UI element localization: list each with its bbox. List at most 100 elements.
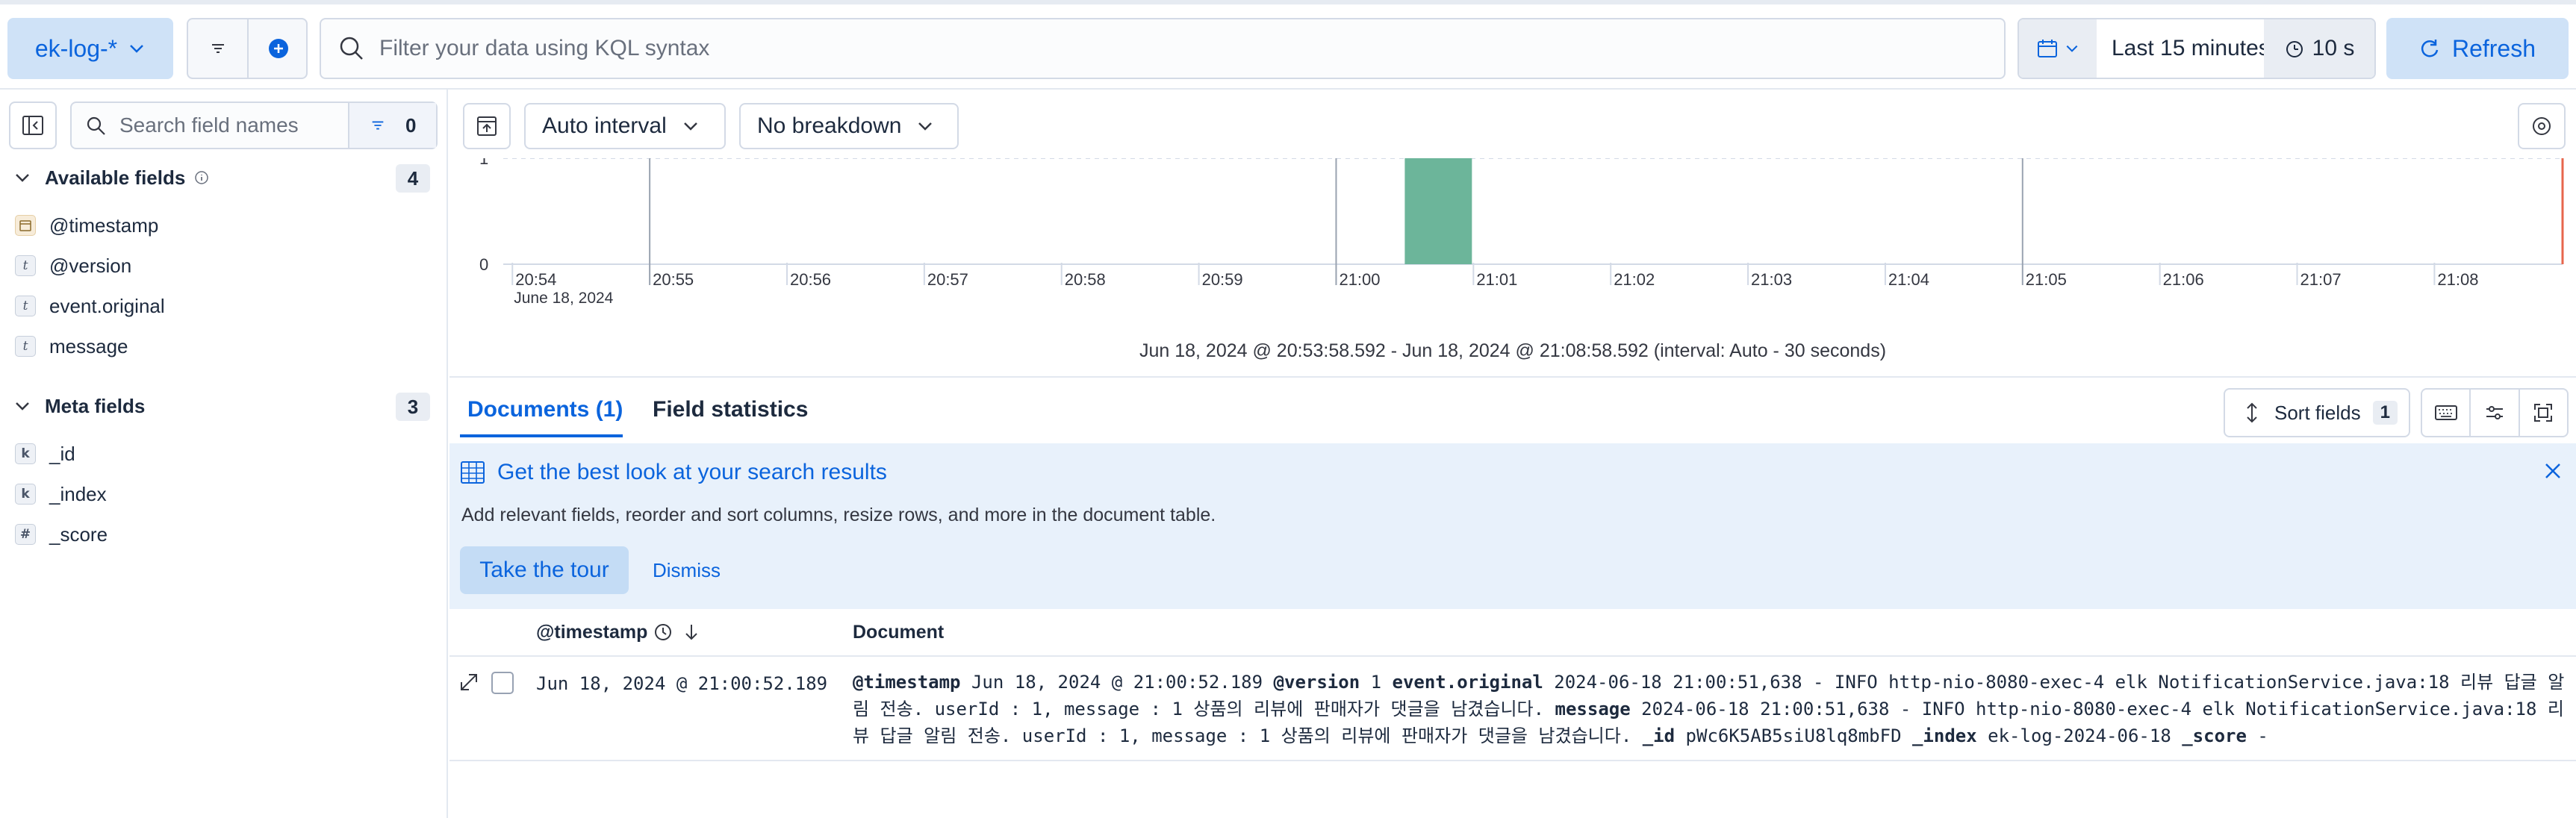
active-tab-indicator <box>460 434 623 437</box>
x-axis-date-label: June 18, 2024 <box>514 290 613 307</box>
breakdown-select[interactable]: No breakdown <box>739 103 959 149</box>
tab-documents[interactable]: Documents (1) <box>467 397 623 422</box>
tour-callout: Get the best look at your search results… <box>449 443 2576 609</box>
keyboard-shortcuts-button[interactable] <box>2422 390 2471 436</box>
data-view-picker[interactable]: ek-log-* <box>7 18 173 79</box>
sort-count: 1 <box>2372 401 2398 425</box>
doc-key: _id <box>1642 725 1676 746</box>
keyboard-icon <box>2434 405 2457 420</box>
collapse-sidebar-button[interactable] <box>9 102 57 149</box>
callout-title: Get the best look at your search results <box>497 460 887 484</box>
plus-circle-icon <box>268 39 288 58</box>
kql-search-input[interactable]: Filter your data using KQL syntax <box>320 18 2006 79</box>
chevron-down-icon <box>16 174 29 182</box>
expand-icon[interactable] <box>458 672 479 693</box>
x-tick-label: 21:01 <box>1476 270 1517 289</box>
sort-descending-icon[interactable] <box>683 622 700 642</box>
available-fields-label: Available fields <box>45 166 186 189</box>
field-name: message <box>49 334 128 358</box>
field-name: _score <box>49 522 108 546</box>
field-item-event-original[interactable]: t event.original <box>15 291 165 321</box>
field-item-id[interactable]: k _id <box>15 439 75 469</box>
add-filter-button[interactable] <box>249 19 308 78</box>
doc-value: 1 <box>1370 672 1382 693</box>
table-row[interactable]: Jun 18, 2024 @ 21:00:52.189 @timestamp J… <box>449 658 2576 761</box>
settings-icon <box>2533 117 2551 135</box>
doc-key: event.original <box>1392 672 1543 693</box>
date-type-icon <box>15 215 36 236</box>
timestamp-column-header[interactable]: @timestamp <box>536 609 700 655</box>
document-line-1: @timestamp Jun 18, 2024 @ 21:00:52.189 @… <box>853 669 2567 696</box>
meta-fields-toggle[interactable]: Meta fields <box>13 391 145 421</box>
doc-value: 2024-06-18 21:00:51,638 - INFO http-nio-… <box>1554 672 2565 693</box>
doc-value: pWc6K5AB5siU8lq8mbFD <box>1685 725 1902 746</box>
chevron-down-icon <box>683 122 697 131</box>
available-fields-toggle[interactable]: Available fields <box>13 163 223 193</box>
doc-key: @timestamp <box>853 672 961 693</box>
x-tick-label: 21:04 <box>1888 270 1929 289</box>
close-icon[interactable] <box>2543 461 2563 481</box>
table-icon <box>461 461 485 484</box>
doc-value: 2024-06-18 21:00:51,638 - INFO http-nio-… <box>1641 699 2564 719</box>
row-checkbox[interactable] <box>491 672 514 694</box>
filter-button-group <box>187 18 308 79</box>
filter-icon <box>372 121 383 130</box>
x-tick-label: 20:57 <box>927 270 968 289</box>
time-picker: Last 15 minutes 10 s <box>2017 18 2376 79</box>
search-placeholder: Filter your data using KQL syntax <box>379 36 710 60</box>
histogram: 1 0 20:54 20:55 20:56 20:57 20:58 20:59 21:00 21:… <box>449 149 2576 340</box>
chevron-down-icon <box>16 402 29 410</box>
sort-fields-button[interactable]: Sort fields 1 <box>2224 388 2410 437</box>
dismiss-button[interactable]: Dismiss <box>653 546 721 594</box>
y-tick-label: 1 <box>479 158 488 168</box>
filter-menu-button[interactable] <box>188 19 247 78</box>
field-item-version[interactable]: t @version <box>15 251 131 281</box>
auto-refresh-button[interactable]: 10 s <box>2264 19 2374 78</box>
search-icon <box>340 37 363 60</box>
display-settings-button[interactable] <box>2471 390 2520 436</box>
quick-menu-button[interactable] <box>2019 19 2097 78</box>
chart-options-button[interactable] <box>2518 103 2566 149</box>
x-tick-label: 21:05 <box>2026 270 2067 289</box>
toggle-chart-button[interactable] <box>463 103 511 149</box>
time-range-label[interactable]: Last 15 minutes <box>2097 19 2270 78</box>
interval-select[interactable]: Auto interval <box>524 103 726 149</box>
keyword-type-icon: k <box>15 484 36 505</box>
fullscreen-button[interactable] <box>2520 390 2567 436</box>
filter-icon <box>211 44 224 53</box>
available-fields-count: 4 <box>396 164 430 193</box>
document-column-header[interactable]: Document <box>853 609 944 655</box>
calendar-icon <box>2038 40 2057 57</box>
field-item-index[interactable]: k _index <box>15 479 107 509</box>
x-tick-label: 20:56 <box>790 270 831 289</box>
doc-key: message <box>1555 699 1631 719</box>
tab-field-statistics[interactable]: Field statistics <box>653 397 808 422</box>
field-item-score[interactable]: # _score <box>15 519 108 549</box>
clock-icon <box>655 624 672 640</box>
document-line-3: 뷰 답글 알림 전송. userId : 1, message : 1 상품의 … <box>853 722 2567 749</box>
divider <box>449 376 2576 378</box>
text-type-icon: t <box>15 296 36 316</box>
field-item-message[interactable]: t message <box>15 331 128 361</box>
field-search-input[interactable]: Search field names 0 <box>70 102 438 149</box>
field-item-timestamp[interactable]: @timestamp <box>15 210 158 240</box>
info-icon[interactable] <box>194 170 209 185</box>
callout-body: Add relevant fields, reorder and sort co… <box>461 505 1216 525</box>
refresh-icon <box>2421 40 2439 57</box>
time-range-text: Jun 18, 2024 @ 20:53:58.592 - Jun 18, 20… <box>1139 340 1887 361</box>
x-tick-label: 21:08 <box>2437 270 2478 289</box>
x-tick-label: 21:02 <box>1614 270 1655 289</box>
doc-value: 뷰 답글 알림 전송. userId : 1, message : 1 상품의 … <box>853 725 1632 746</box>
y-tick-label: 0 <box>479 255 488 274</box>
take-tour-button[interactable]: Take the tour <box>460 546 629 594</box>
doc-key: @version <box>1273 672 1360 693</box>
sort-label: Sort fields <box>2274 401 2361 424</box>
histogram-bar <box>1404 158 1472 264</box>
x-tick-label: 20:59 <box>1202 270 1243 289</box>
grid-controls <box>2421 388 2569 437</box>
field-type-filter-button[interactable]: 0 <box>348 103 436 148</box>
x-tick-label: 21:00 <box>1339 270 1380 289</box>
filter-count: 0 <box>405 113 417 137</box>
refresh-button[interactable]: Refresh <box>2386 18 2569 79</box>
x-tick-label: 21:06 <box>2163 270 2204 289</box>
